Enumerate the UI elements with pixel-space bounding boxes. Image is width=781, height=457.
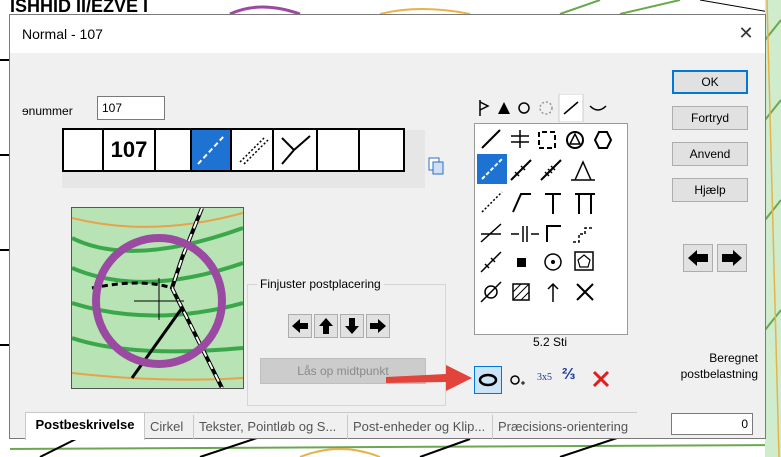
symbol-cell-g[interactable]: [318, 130, 360, 170]
symbol-cell-f[interactable]: [274, 130, 318, 170]
arrow-right-icon[interactable]: [366, 314, 390, 338]
load-value-field: [671, 413, 753, 435]
map-preview: [71, 207, 244, 389]
control-number-label: ɘnummer: [22, 104, 73, 118]
symbol-cell-b[interactable]: 107: [104, 130, 156, 170]
control-number-input[interactable]: [97, 96, 165, 120]
delete-x-icon[interactable]: [589, 366, 613, 392]
symbol-cell-a[interactable]: [64, 130, 104, 170]
arrow-left-icon[interactable]: [288, 314, 312, 338]
annotation-arrow: [384, 359, 474, 399]
load-label-line2: postbelastning: [680, 367, 758, 381]
tab-cirkel[interactable]: Cirkel: [150, 415, 183, 439]
description-panel: ɘnummer 107 Finjuster postplacering Lås …: [22, 62, 662, 406]
svg-text:ISHHID II/EZVE I: ISHHID II/EZVE I: [10, 0, 148, 14]
palette-caption: 5.2 Sti: [532, 335, 568, 349]
point-tool-icon[interactable]: [506, 366, 530, 394]
copy-icon[interactable]: [426, 156, 446, 176]
ok-button[interactable]: OK: [672, 70, 748, 94]
undo-button[interactable]: Fortryd: [672, 106, 748, 130]
background-map-top: ISHHID II/EZVE I: [0, 0, 781, 14]
window-title: Normal - 107: [22, 26, 103, 42]
arrow-down-icon[interactable]: [340, 314, 364, 338]
palette-tabstrip: [474, 93, 624, 123]
background-map-right: [765, 0, 781, 457]
arrow-right-icon[interactable]: [717, 244, 747, 272]
description-symbol-bar[interactable]: 107: [62, 128, 405, 172]
scale-3x5-button[interactable]: 3x5: [537, 372, 552, 383]
arrow-left-icon[interactable]: [683, 244, 713, 272]
ellipse-icon[interactable]: [474, 366, 502, 394]
tab-post-enheder[interactable]: Post-enheder og Klip...: [347, 415, 485, 439]
tab-tekster[interactable]: Tekster, Pointløb og S...: [193, 415, 336, 439]
symbol-cell-h[interactable]: [360, 130, 403, 170]
close-icon[interactable]: ✕: [731, 19, 761, 47]
fine-tune-legend: Finjuster postplacering: [257, 277, 384, 291]
tab-postbeskrivelse[interactable]: Postbeskrivelse: [25, 412, 145, 440]
symbol-cell-e[interactable]: [232, 130, 274, 170]
symbol-palette[interactable]: [474, 123, 628, 335]
symbol-cell-d[interactable]: [192, 130, 232, 170]
control-dialog: Normal - 107 ✕ ɘnummer 107 Finjuster pos…: [9, 14, 766, 440]
symbol-cell-c[interactable]: [156, 130, 192, 170]
help-button[interactable]: Hjælp: [672, 178, 748, 202]
load-label-line1: Beregnet: [709, 351, 758, 365]
arrow-up-icon[interactable]: [314, 314, 338, 338]
tab-praecisions[interactable]: Præcisions-orientering: [492, 415, 628, 439]
load-label: Beregnet postbelastning: [646, 350, 758, 382]
apply-button[interactable]: Anvend: [672, 142, 748, 166]
title-bar: Normal - 107 ✕: [10, 15, 765, 53]
fraction-button[interactable]: ⅔: [562, 366, 575, 384]
